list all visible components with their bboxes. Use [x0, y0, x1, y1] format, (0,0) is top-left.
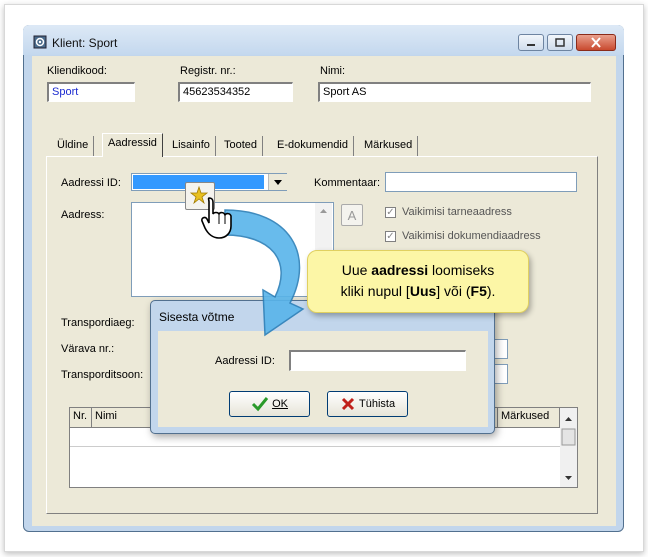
varava-label: Värava nr.:	[61, 343, 115, 355]
minimize-icon	[527, 44, 535, 46]
close-button[interactable]	[576, 34, 616, 51]
transpordiaeg-label: Transpordiaeg:	[61, 317, 135, 329]
kommentaar-field[interactable]	[385, 172, 577, 192]
callout-line-2: kliki nupul [Uus] või (F5).	[340, 283, 496, 299]
cross-icon	[341, 398, 354, 411]
scroll-arrows-icon	[561, 417, 576, 480]
app-icon	[33, 35, 47, 49]
checkmark-icon	[251, 397, 269, 412]
vaikimisi-tarne-label: Vaikimisi tarneaadress	[402, 206, 512, 218]
nimi-field[interactable]: Sport AS	[318, 82, 591, 102]
registr-field[interactable]: 45623534352	[178, 82, 293, 102]
tab-markused[interactable]: Märkused	[359, 136, 419, 156]
tab-lisainfo[interactable]: Lisainfo	[167, 136, 216, 156]
transporditsoon-label: Transporditsoon:	[61, 369, 144, 381]
tab-tooted[interactable]: Tooted	[219, 136, 264, 156]
tab-aadressid[interactable]: Aadressid	[102, 133, 163, 157]
grid-header-markused[interactable]: Märkused	[498, 408, 560, 428]
maximize-icon	[555, 38, 565, 47]
close-icon	[591, 37, 601, 48]
aadressi-id-label: Aadressi ID:	[61, 177, 121, 189]
vaikimisi-tarne-checkbox[interactable]: ✓	[385, 207, 396, 218]
minimize-button[interactable]	[518, 34, 544, 51]
callout-line-1: Uue aadressi loomiseks	[341, 262, 495, 278]
tab-uldine[interactable]: Üldine	[52, 136, 95, 156]
grid-header-nr[interactable]: Nr.	[70, 408, 92, 428]
window-title: Klient: Sport	[52, 36, 118, 50]
dialog-aadressi-id-input[interactable]	[289, 350, 466, 371]
vaikimisi-dokumendi-label: Vaikimisi dokumendiaadress	[402, 230, 541, 242]
address-format-button[interactable]: A	[341, 204, 363, 226]
grid-scrollbar[interactable]	[560, 408, 577, 487]
cancel-button[interactable]: Tühista	[327, 391, 408, 417]
registr-label: Registr. nr.:	[180, 65, 236, 77]
aadress-label: Aadress:	[61, 209, 105, 221]
kliendikood-label: Kliendikood:	[47, 65, 107, 77]
cancel-label: Tühista	[358, 398, 396, 411]
kliendikood-field[interactable]: Sport	[47, 82, 135, 102]
maximize-button[interactable]	[547, 34, 573, 51]
vaikimisi-dokumendi-checkbox[interactable]: ✓	[385, 231, 396, 242]
dialog-field-label: Aadressi ID:	[215, 355, 275, 367]
ok-label: OK	[272, 398, 288, 411]
ok-button[interactable]: OK	[229, 391, 310, 417]
grid-header-nimi[interactable]: Nimi	[92, 408, 152, 428]
nimi-label: Nimi:	[320, 65, 346, 77]
hand-cursor-icon	[201, 197, 232, 239]
instruction-callout: Uue aadressi loomiseks kliki nupul [Uus]…	[307, 250, 529, 313]
tab-e-dokumendid[interactable]: E-dokumendid	[272, 136, 354, 156]
